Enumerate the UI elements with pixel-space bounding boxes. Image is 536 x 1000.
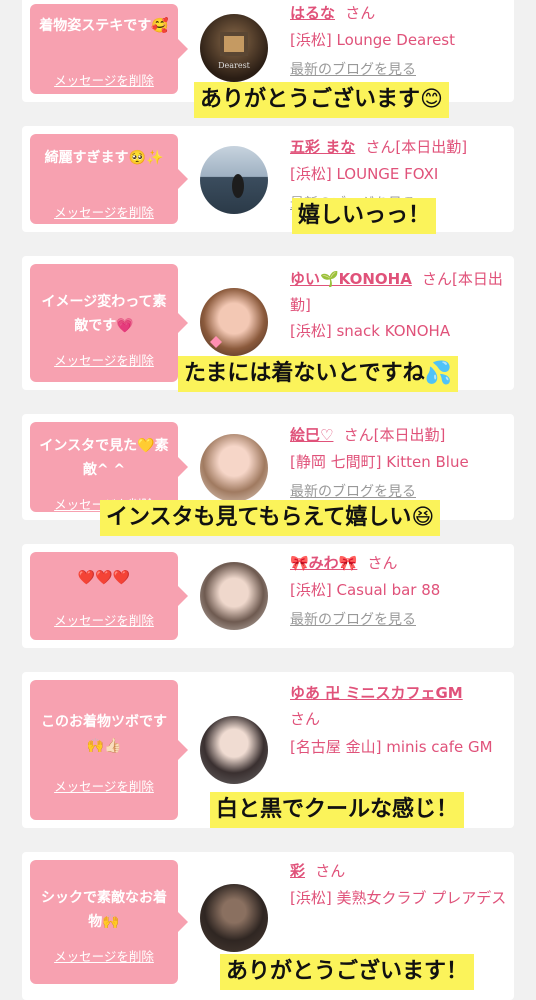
san-label: さん: [365, 138, 396, 156]
delete-message-link[interactable]: メッセージを削除: [30, 946, 178, 965]
cast-name-link[interactable]: 彩: [290, 862, 305, 880]
blog-link[interactable]: 最新のブログを見る: [290, 609, 510, 629]
attendance-label: [本日出勤]: [373, 426, 446, 444]
san-label: さん: [290, 710, 321, 728]
san-label: さん: [343, 426, 374, 444]
avatar[interactable]: [200, 884, 268, 952]
message-bubble: イメージ変わって素敵です💗 メッセージを削除: [30, 264, 188, 382]
blog-link[interactable]: 最新のブログを見る: [290, 481, 510, 501]
message-text: イメージ変わって素敵です💗: [41, 294, 167, 334]
cast-info: ゆい🌱KONOHA さん[本日出勤] [浜松] snack KONOHA: [290, 266, 510, 344]
message-bubble: シックで素敵なお着物🙌 メッセージを削除: [30, 860, 188, 984]
message-text: 綺麗すぎます🥺✨: [44, 150, 164, 166]
caption-overlay: ありがとうございます😊: [194, 82, 449, 118]
message-card: ❤️❤️❤️ メッセージを削除 🎀みわ🎀 さん [浜松] Casual bar …: [22, 544, 514, 648]
delete-message-link[interactable]: メッセージを削除: [30, 776, 178, 795]
svg-text:Dearest: Dearest: [218, 61, 251, 70]
shop-name: [浜松] LOUNGE FOXI: [290, 165, 439, 183]
caption-overlay: 嬉しいっっ！: [292, 198, 437, 234]
avatar-image: [210, 336, 222, 348]
shop-name: [浜松] Casual bar 88: [290, 581, 441, 599]
caption-overlay: インスタも見てもらえて嬉しい😆: [100, 500, 441, 536]
avatar[interactable]: [200, 716, 268, 784]
shop-name: [静岡 七間町] Kitten Blue: [290, 453, 469, 471]
avatar[interactable]: [200, 146, 268, 214]
cast-info: 彩 さん [浜松] 美熟女クラブ プレアデス: [290, 860, 510, 911]
shop-name: [名古屋 金山] minis cafe GM: [290, 738, 493, 756]
delete-message-link[interactable]: メッセージを削除: [30, 610, 178, 629]
message-card: 綺麗すぎます🥺✨ メッセージを削除 五彩 まな さん[本日出勤] [浜松] LO…: [22, 126, 514, 232]
message-text: ❤️❤️❤️: [77, 570, 131, 586]
shop-name: [浜松] snack KONOHA: [290, 322, 451, 340]
message-text: シックで素敵なお着物🙌: [41, 890, 167, 930]
message-text: このお着物ツボです🙌👍🏻: [41, 714, 167, 754]
avatar[interactable]: [200, 562, 268, 630]
shop-name: [浜松] Lounge Dearest: [290, 31, 456, 49]
avatar-image: Dearest: [218, 32, 251, 70]
message-text: 着物姿ステキです🥰: [39, 18, 169, 34]
caption-overlay: たまには着ないとですね💦: [178, 356, 459, 392]
caption-overlay: 白と黒でクールな感じ！: [210, 792, 465, 828]
avatar[interactable]: [200, 288, 268, 356]
san-label: さん: [422, 270, 453, 288]
caption-overlay: ありがとうございます！: [220, 954, 475, 990]
san-label: さん: [315, 862, 346, 880]
cast-name-link[interactable]: 五彩 まな: [290, 138, 355, 156]
delete-message-link[interactable]: メッセージを削除: [30, 202, 178, 221]
san-label: さん: [367, 554, 398, 572]
cast-info: 絵巳♡ さん[本日出勤] [静岡 七間町] Kitten Blue 最新のブログ…: [290, 424, 510, 501]
message-bubble: このお着物ツボです🙌👍🏻 メッセージを削除: [30, 680, 188, 820]
attendance-label: [本日出勤]: [395, 138, 468, 156]
message-bubble: インスタで見た💛素敵^ ^ メッセージを削除: [30, 422, 188, 512]
avatar[interactable]: [200, 434, 268, 502]
delete-message-link[interactable]: メッセージを削除: [30, 70, 178, 89]
message-text: インスタで見た💛素敵^ ^: [39, 438, 169, 478]
cast-name-link[interactable]: 🎀みわ🎀: [290, 554, 357, 572]
cast-name-link[interactable]: ゆあ 卍 ミニスカフェGM: [290, 684, 463, 702]
cast-info: ゆあ 卍 ミニスカフェGM さん [名古屋 金山] minis cafe GM: [290, 680, 510, 760]
shop-name: [浜松] 美熟女クラブ プレアデス: [290, 889, 507, 907]
delete-message-link[interactable]: メッセージを削除: [30, 350, 178, 369]
cast-info: 🎀みわ🎀 さん [浜松] Casual bar 88 最新のブログを見る: [290, 552, 510, 629]
avatar-image: [232, 174, 244, 198]
cast-name-link[interactable]: ゆい🌱KONOHA: [290, 270, 412, 288]
message-bubble: ❤️❤️❤️ メッセージを削除: [30, 552, 188, 640]
cast-info: はるな さん [浜松] Lounge Dearest 最新のブログを見る: [290, 2, 510, 79]
message-bubble: 着物姿ステキです🥰 メッセージを削除: [30, 4, 188, 94]
avatar[interactable]: Dearest: [200, 14, 268, 82]
san-label: さん: [345, 4, 376, 22]
blog-link[interactable]: 最新のブログを見る: [290, 59, 510, 79]
message-bubble: 綺麗すぎます🥺✨ メッセージを削除: [30, 134, 188, 224]
cast-name-link[interactable]: はるな: [290, 4, 335, 22]
cast-name-link[interactable]: 絵巳♡: [290, 426, 333, 444]
